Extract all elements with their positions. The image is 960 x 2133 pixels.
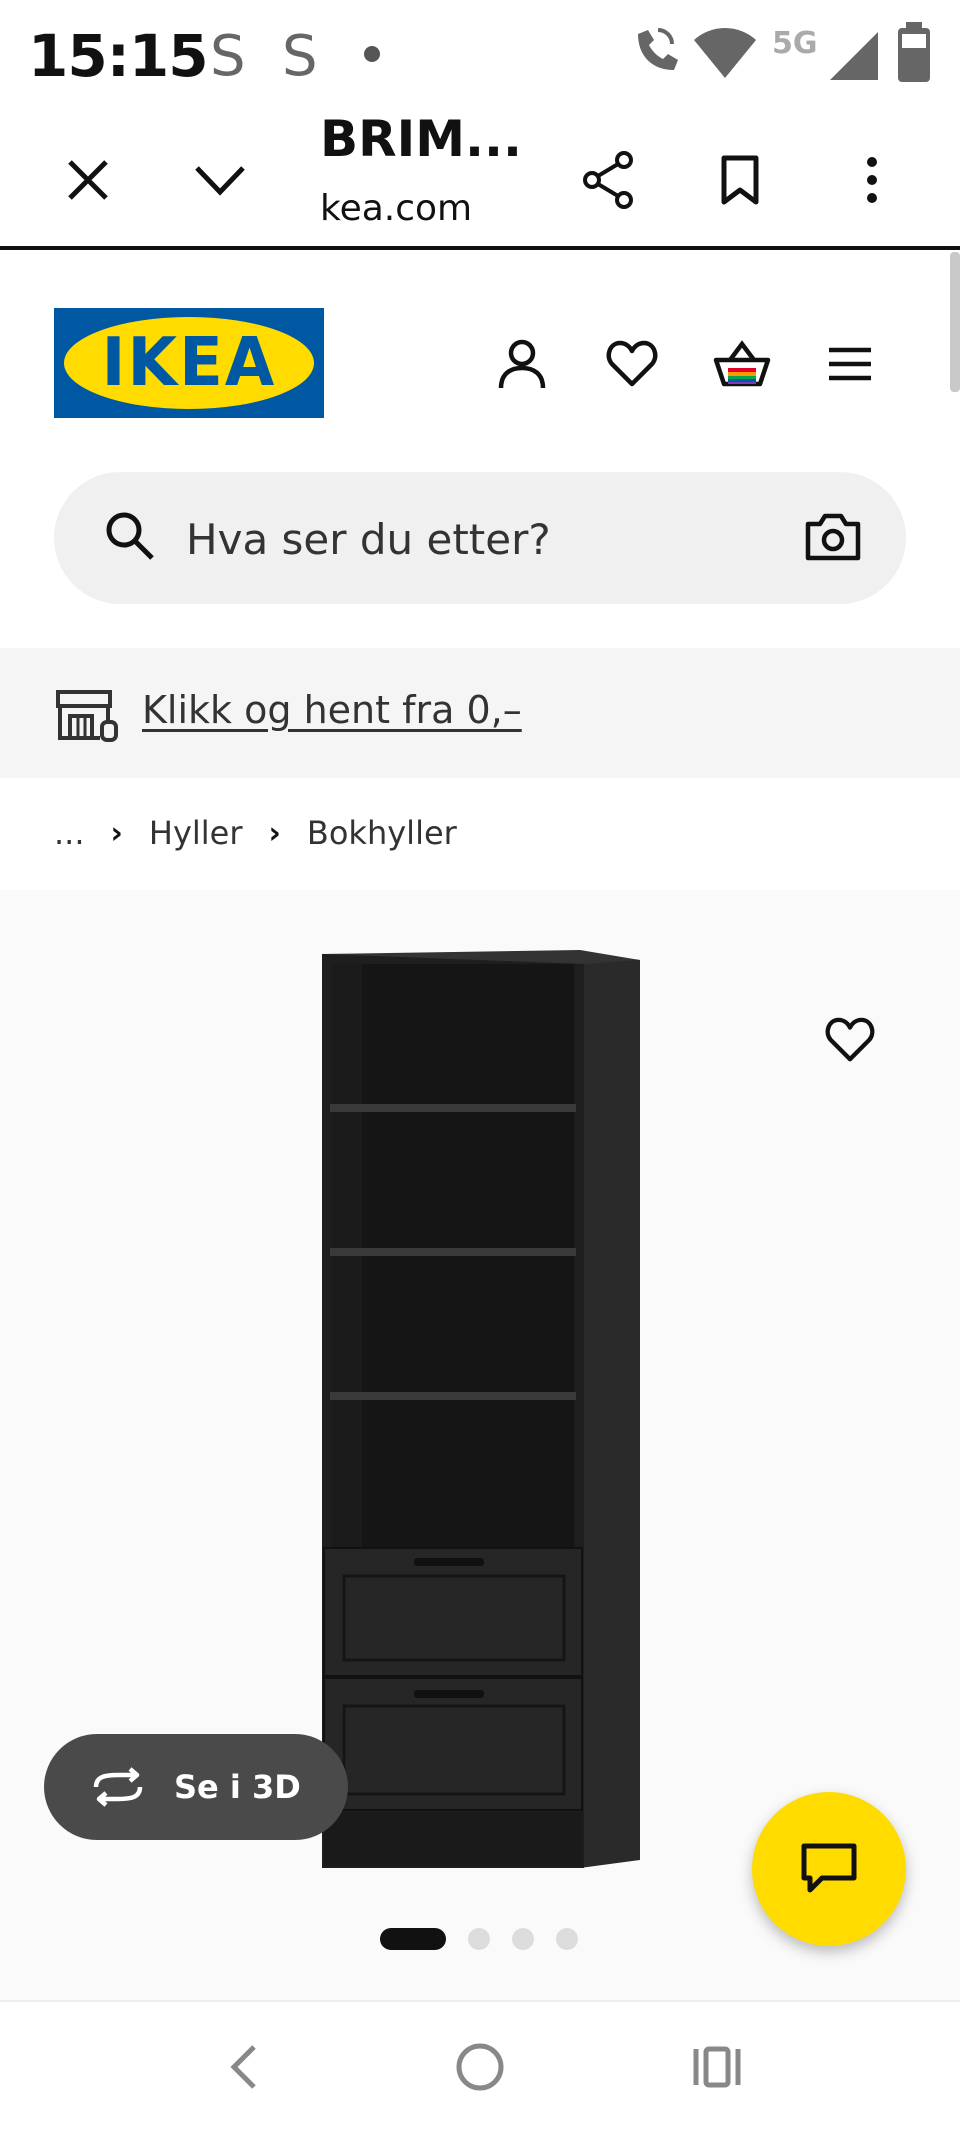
profile-button[interactable] xyxy=(480,322,564,406)
menu-icon xyxy=(829,347,871,381)
search-icon xyxy=(106,512,154,560)
carousel-indicator xyxy=(380,1928,578,1950)
more-vertical-icon xyxy=(867,157,877,203)
wifi-calling-icon xyxy=(638,28,678,70)
share-icon xyxy=(583,151,633,209)
breadcrumb: ... › Hyller › Bokhyller xyxy=(54,814,457,852)
menu-button[interactable] xyxy=(808,322,892,406)
page-title: BRIM... xyxy=(320,110,522,168)
chevron-down-icon xyxy=(195,166,245,196)
minimize-tab-button[interactable] xyxy=(172,132,268,228)
network-type: 5G xyxy=(772,26,818,61)
view-in-3d-label: Se i 3D xyxy=(174,1768,301,1806)
view-in-3d-button[interactable]: Se i 3D xyxy=(44,1734,348,1840)
system-nav-bar xyxy=(0,2000,960,2133)
home-icon xyxy=(456,2043,504,2091)
click-collect-link[interactable]: Klikk og hent fra 0,– xyxy=(142,688,522,732)
more-options-button[interactable] xyxy=(824,132,920,228)
nav-recents-button[interactable] xyxy=(672,2032,762,2102)
promo-banner: Klikk og hent fra 0,– xyxy=(0,648,960,778)
basket-icon xyxy=(713,340,771,387)
nav-home-button[interactable] xyxy=(435,2032,525,2102)
logo-oval: IKEA xyxy=(64,317,314,409)
ikea-logo[interactable]: IKEA xyxy=(54,308,324,418)
product-image xyxy=(322,950,640,1868)
favourites-button[interactable] xyxy=(590,322,674,406)
camera-search-icon xyxy=(805,513,861,561)
status-indicator-s2: S xyxy=(282,24,318,89)
breadcrumb-bokhyller[interactable]: Bokhyller xyxy=(307,814,457,852)
chat-button[interactable] xyxy=(752,1792,906,1946)
heart-icon xyxy=(825,1017,875,1062)
status-dot xyxy=(364,46,380,62)
carousel-dot[interactable] xyxy=(512,1928,534,1950)
status-indicator-s1: S xyxy=(210,24,246,89)
back-icon xyxy=(230,2045,256,2089)
basket-button[interactable] xyxy=(700,322,784,406)
profile-icon xyxy=(498,339,546,389)
wifi-icon xyxy=(694,27,756,78)
bookmark-button[interactable] xyxy=(692,132,788,228)
rotate-3d-icon xyxy=(93,1767,143,1807)
recents-icon xyxy=(693,2046,741,2088)
bookmark-icon xyxy=(721,155,759,205)
signal-icon xyxy=(830,32,878,80)
page-scrollbar[interactable] xyxy=(950,252,960,392)
breadcrumb-ellipsis[interactable]: ... xyxy=(54,814,85,852)
chevron-right-icon: › xyxy=(268,815,281,851)
status-time: 15:15 xyxy=(28,22,209,90)
page-url[interactable]: kea.com xyxy=(320,188,472,229)
status-bar: 15:15 S S 5G xyxy=(0,0,960,110)
click-collect-icon xyxy=(56,690,118,742)
battery-icon xyxy=(898,22,930,82)
carousel-dot-active[interactable] xyxy=(380,1928,446,1950)
logo-text: IKEA xyxy=(101,324,277,402)
breadcrumb-hyller[interactable]: Hyller xyxy=(149,814,243,852)
search-bar[interactable] xyxy=(54,472,906,604)
browser-toolbar: BRIM... kea.com xyxy=(0,110,960,250)
close-icon xyxy=(68,160,108,200)
nav-back-button[interactable] xyxy=(198,2032,288,2102)
search-input[interactable] xyxy=(186,504,746,574)
add-to-favourites-button[interactable] xyxy=(812,1002,888,1078)
chevron-right-icon: › xyxy=(110,815,123,851)
carousel-dot[interactable] xyxy=(556,1928,578,1950)
chat-icon xyxy=(801,1843,857,1893)
carousel-dot[interactable] xyxy=(468,1928,490,1950)
share-button[interactable] xyxy=(560,132,656,228)
close-tab-button[interactable] xyxy=(40,132,136,228)
heart-icon xyxy=(606,340,658,387)
